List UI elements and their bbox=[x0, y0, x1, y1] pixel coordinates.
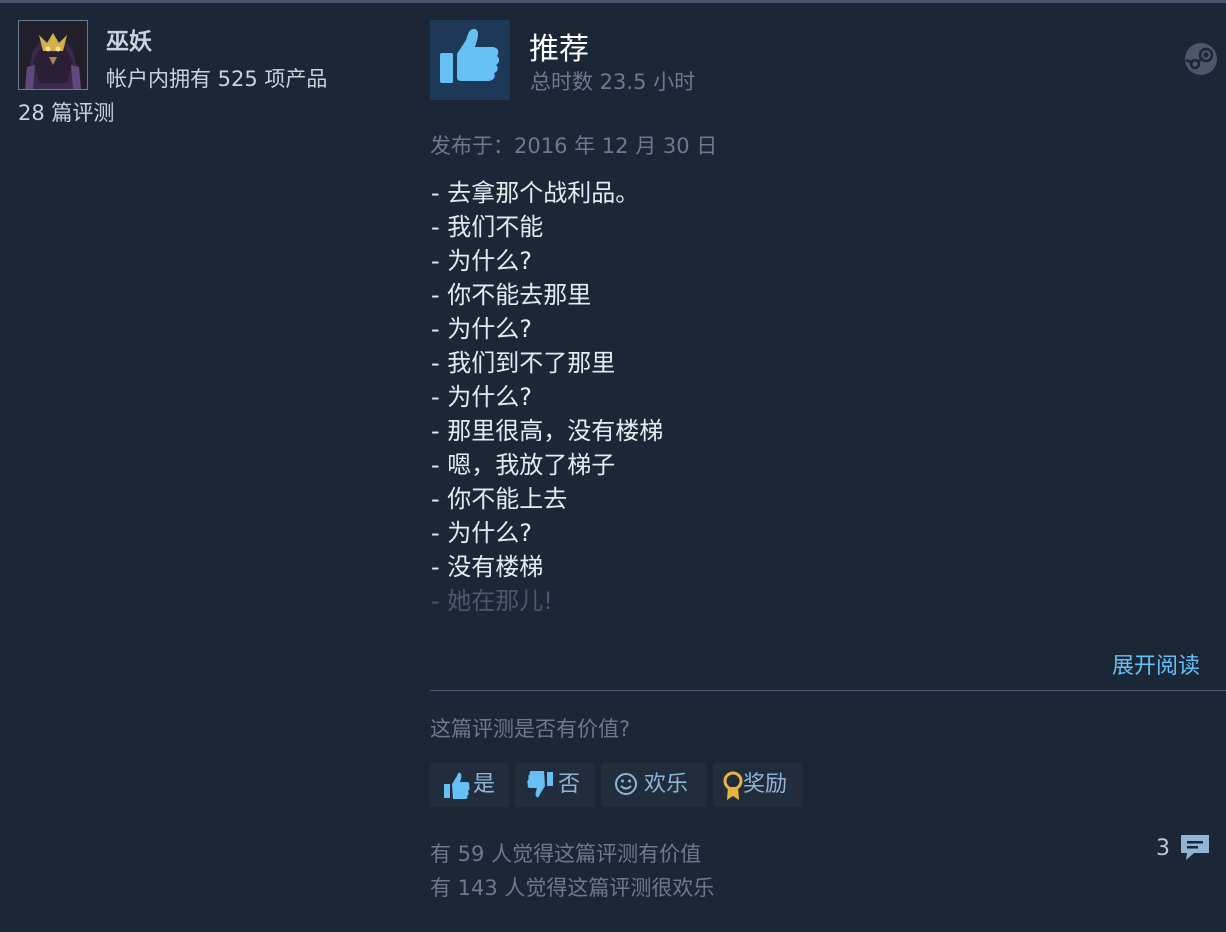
review-line: - 没有楼梯 bbox=[431, 553, 544, 581]
review-line-faded: - 她在那儿! bbox=[431, 587, 553, 615]
top-border bbox=[0, 0, 1226, 3]
thumbs-up-icon bbox=[442, 763, 470, 807]
funny-count: 有 143 人觉得这篇评测很欢乐 bbox=[430, 876, 715, 900]
review-line: - 嗯，我放了梯子 bbox=[431, 451, 616, 479]
smiley-icon bbox=[613, 763, 639, 807]
comment-count[interactable]: 3 bbox=[1156, 836, 1170, 861]
helpful-count: 有 59 人觉得这篇评测有价值 bbox=[430, 842, 702, 866]
thumbs-down-icon bbox=[527, 763, 555, 807]
award-label: 奖励 bbox=[743, 772, 788, 797]
review-line: - 我们不能 bbox=[431, 213, 544, 241]
author-products-count: 帐户内拥有 525 项产品 bbox=[106, 67, 328, 91]
playtime-hours: 总时数 23.5 小时 bbox=[530, 70, 696, 94]
review-body: - 去拿那个战利品。 - 我们不能 - 为什么? - 你不能去那里 - 为什么?… bbox=[431, 176, 1191, 618]
review-line: - 去拿那个战利品。 bbox=[431, 179, 640, 207]
vote-no-label: 否 bbox=[558, 772, 581, 797]
recommendation-title: 推荐 bbox=[529, 32, 589, 67]
award-button[interactable]: 奖励 bbox=[713, 763, 802, 807]
vote-funny-button[interactable]: 欢乐 bbox=[601, 763, 706, 807]
author-reviews-count[interactable]: 28 篇评测 bbox=[18, 97, 114, 127]
review-line: - 为什么? bbox=[431, 383, 533, 411]
divider bbox=[430, 690, 1226, 691]
expand-read-link[interactable]: 展开阅读 bbox=[1112, 648, 1200, 680]
comment-icon[interactable] bbox=[1178, 832, 1212, 862]
vote-funny-label: 欢乐 bbox=[644, 772, 689, 797]
review-line: - 那里很高，没有楼梯 bbox=[431, 417, 664, 445]
recommended-thumb-box bbox=[430, 20, 510, 100]
review-author: 巫妖 帐户内拥有 525 项产品 28 篇评测 bbox=[18, 20, 398, 130]
author-name[interactable]: 巫妖 bbox=[106, 22, 152, 56]
review-line: - 为什么? bbox=[431, 519, 533, 547]
review-line: - 我们到不了那里 bbox=[431, 349, 616, 377]
thumbs-up-icon bbox=[440, 28, 500, 83]
review-line: - 为什么? bbox=[431, 247, 533, 275]
vote-yes-button[interactable]: 是 bbox=[430, 763, 509, 807]
vote-yes-label: 是 bbox=[473, 772, 496, 797]
avatar-lich-image bbox=[19, 21, 87, 89]
steam-logo-icon[interactable] bbox=[1184, 42, 1218, 76]
vote-no-button[interactable]: 否 bbox=[515, 763, 595, 807]
avatar[interactable] bbox=[18, 20, 88, 90]
review-line: - 为什么? bbox=[431, 315, 533, 343]
review-line: - 你不能上去 bbox=[431, 485, 568, 513]
review-line: - 你不能去那里 bbox=[431, 281, 592, 309]
award-icon bbox=[722, 763, 744, 807]
helpful-question: 这篇评测是否有价值? bbox=[430, 717, 631, 741]
posted-date: 发布于：2016 年 12 月 30 日 bbox=[430, 134, 718, 158]
